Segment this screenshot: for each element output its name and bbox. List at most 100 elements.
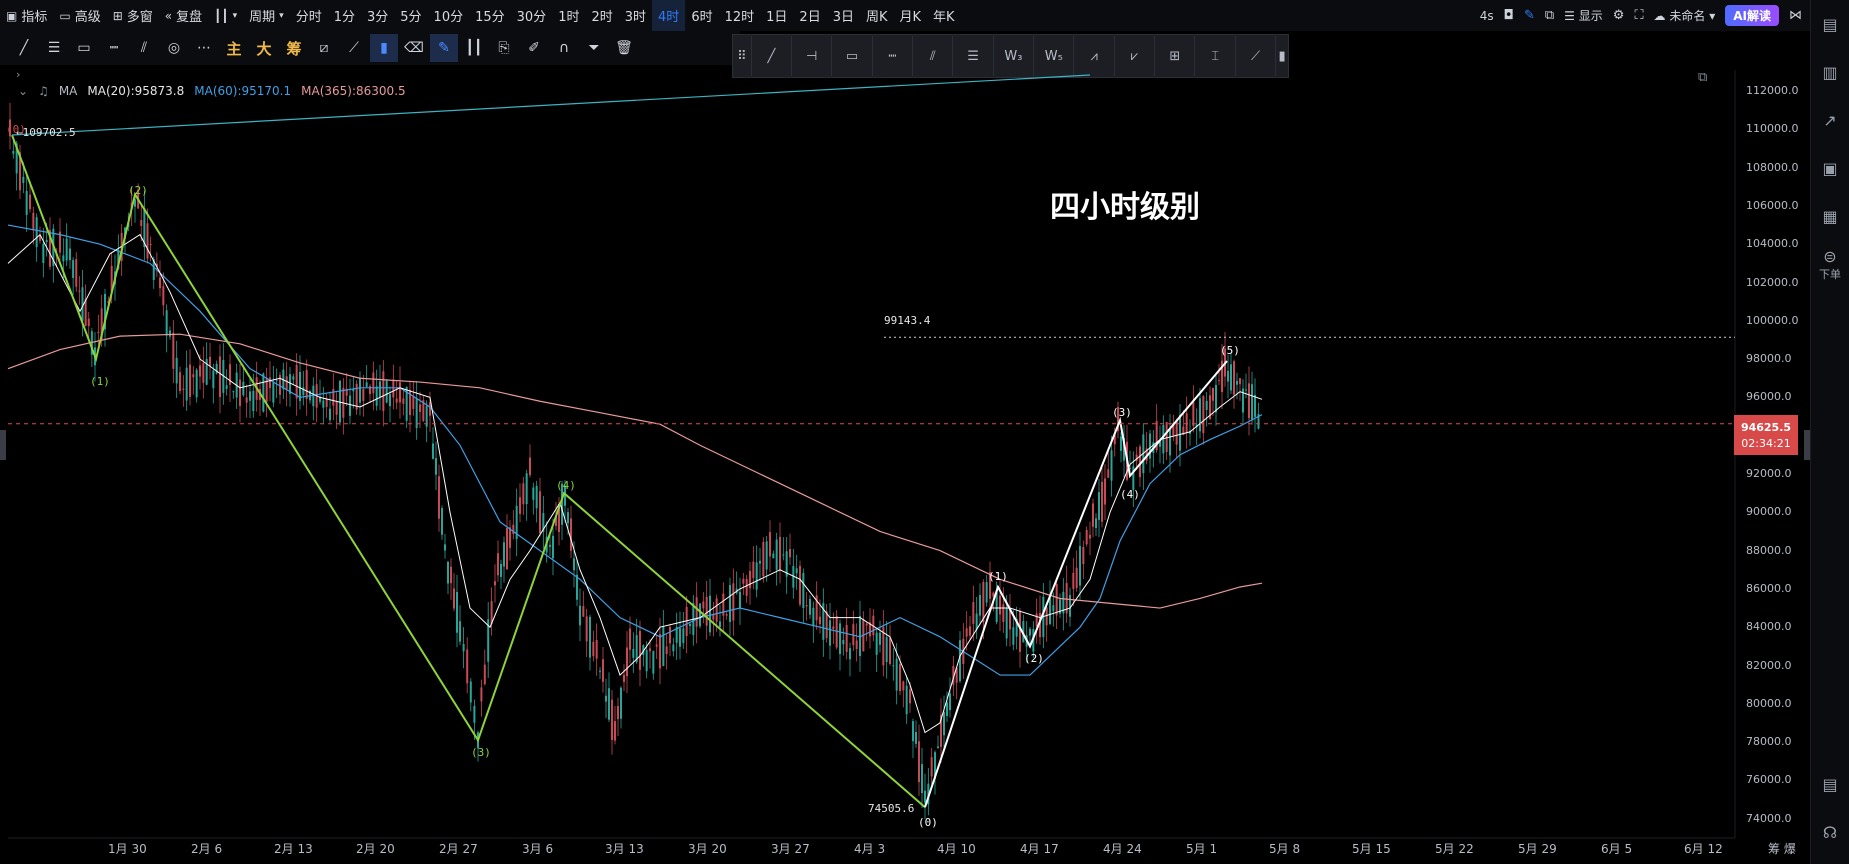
pen-icon[interactable]: ✎	[1524, 8, 1535, 23]
period-15[interactable]: 3日	[827, 0, 860, 31]
gear-icon[interactable]: ⚙	[1613, 8, 1625, 23]
pattern-icon[interactable]: ⩘	[1074, 36, 1115, 76]
period-6[interactable]: 30分	[511, 0, 553, 31]
period-0[interactable]: 分时	[290, 0, 328, 31]
period-4[interactable]: 10分	[428, 0, 470, 31]
date-tick: 4月 10	[937, 842, 976, 856]
main-force-button[interactable]: 主	[220, 34, 248, 62]
candle-body	[1029, 628, 1031, 636]
edit-note-icon[interactable]: ✐	[520, 34, 548, 62]
orderbook-icon[interactable]: ▥	[1811, 48, 1849, 96]
order-button[interactable]: ⊜ 下单	[1811, 240, 1849, 288]
display-button[interactable]: ☰ 显示	[1564, 7, 1603, 24]
period-13[interactable]: 1日	[760, 0, 793, 31]
price-chart[interactable]	[0, 0, 1849, 864]
camera-icon[interactable]: ◘	[1504, 8, 1514, 23]
trash-icon[interactable]: 🗑	[610, 34, 638, 62]
wave3-icon[interactable]: W₃	[994, 36, 1035, 76]
period-12[interactable]: 12时	[719, 0, 761, 31]
wallet-icon[interactable]: ▦	[1811, 192, 1849, 240]
candle-body	[1009, 610, 1011, 630]
candle-tool-icon[interactable]: ┃┃	[460, 34, 488, 62]
magnet-icon[interactable]: ∩	[550, 34, 578, 62]
layout-icon[interactable]: ▤	[1811, 760, 1849, 808]
fib-tool-icon[interactable]: ⧄	[310, 34, 338, 62]
collapse-icon[interactable]: ⌄	[18, 84, 28, 98]
period-16[interactable]: 周K	[860, 0, 894, 31]
measure-box-icon[interactable]: ⊞	[1155, 36, 1196, 76]
pencil-tool-icon[interactable]: ✎	[430, 34, 458, 62]
ray-icon[interactable]: ⟋	[1236, 36, 1277, 76]
save-layout-button[interactable]: ☁ 未命名 ▾	[1654, 7, 1716, 24]
chips-button[interactable]: 筹	[280, 34, 308, 62]
candle-body	[649, 648, 651, 652]
wave5-icon[interactable]: W₅	[1034, 36, 1075, 76]
brush-tool-icon[interactable]: ⟋	[340, 34, 368, 62]
candle-body	[205, 358, 208, 385]
chart-type-button[interactable]: ┃┃ ▾	[208, 0, 243, 31]
period-7[interactable]: 1时	[552, 0, 585, 31]
period-10[interactable]: 4时	[652, 0, 686, 31]
spiral-tool-icon[interactable]: ◎	[160, 34, 188, 62]
channel-icon[interactable]: ⫽	[913, 36, 954, 76]
parallel-tool-icon[interactable]: ⫽	[130, 34, 158, 62]
share-icon[interactable]: ⋈	[1789, 8, 1802, 23]
candle-body	[1098, 492, 1100, 520]
abcd-icon[interactable]: ⩗	[1115, 36, 1156, 76]
period-17[interactable]: 月K	[894, 0, 928, 31]
period-1[interactable]: 1分	[328, 0, 361, 31]
headset-icon[interactable]: ☊	[1811, 808, 1849, 856]
period-9[interactable]: 3时	[619, 0, 652, 31]
rectangle-icon[interactable]: ▭	[832, 36, 873, 76]
period-3[interactable]: 5分	[394, 0, 427, 31]
candle-body	[49, 230, 51, 267]
period-button[interactable]: 周期 ▾	[243, 0, 290, 31]
hlines-tool-icon[interactable]: ☰	[40, 34, 68, 62]
trend-icon[interactable]: ↗	[1811, 96, 1849, 144]
scroll-left-handle[interactable]	[0, 430, 6, 460]
expand-icon[interactable]: ›	[16, 68, 20, 81]
candle-body	[134, 199, 136, 207]
horizontal-line-icon[interactable]: ⊣	[792, 36, 833, 76]
period-5[interactable]: 15分	[469, 0, 511, 31]
line-tool-icon[interactable]: ╱	[10, 34, 38, 62]
clipboard-icon[interactable]: ⎘	[490, 34, 518, 62]
share-window-icon[interactable]: ⧉	[1545, 8, 1554, 23]
candle-body	[45, 239, 48, 243]
period-14[interactable]: 2日	[793, 0, 826, 31]
indicator-button[interactable]: ▣ 指标	[0, 0, 53, 31]
candle-body	[69, 248, 71, 261]
date-range-icon[interactable]: ⌶	[1195, 36, 1236, 76]
advanced-button[interactable]: ▭ 高级	[53, 0, 106, 31]
monitor-icon[interactable]: ▣	[1811, 144, 1849, 192]
candle-body	[755, 562, 758, 590]
candle-body	[1062, 591, 1065, 614]
corner-chips[interactable]: 筹 爆	[1768, 840, 1796, 857]
period-11[interactable]: 6时	[685, 0, 718, 31]
collapse-handle-icon[interactable]: ▮	[1276, 36, 1288, 76]
refresh-rate[interactable]: 4s	[1480, 9, 1494, 23]
ruler-tool-icon[interactable]: ┉	[100, 34, 128, 62]
multi-window-button[interactable]: ⊞ 多窗	[107, 0, 159, 31]
big-order-button[interactable]: 大	[250, 34, 278, 62]
ai-button[interactable]: AI解读	[1725, 5, 1779, 26]
fullscreen-icon[interactable]: ⛶	[1634, 8, 1643, 23]
bell-icon[interactable]: ♫	[38, 84, 49, 98]
eraser-tool-icon[interactable]: ⌫	[400, 34, 428, 62]
measure-icon[interactable]: ┉	[873, 36, 914, 76]
chart-settings-icon[interactable]: ⧉	[1698, 70, 1707, 85]
chevron-down-icon: ▾	[232, 10, 238, 21]
watchlist-icon[interactable]: ▤	[1811, 0, 1849, 48]
replay-button[interactable]: «复盘	[159, 0, 208, 31]
fib-retracement-icon[interactable]: ☰	[953, 36, 994, 76]
more-tools-icon[interactable]: ⋯	[190, 34, 218, 62]
scroll-right-handle[interactable]	[1804, 430, 1810, 460]
bookmark-tool-icon[interactable]: ▮	[370, 34, 398, 62]
rectangle-tool-icon[interactable]: ▭	[70, 34, 98, 62]
period-18[interactable]: 年K	[927, 0, 961, 31]
drag-handle-icon[interactable]: ⠿	[733, 36, 752, 76]
period-8[interactable]: 2时	[585, 0, 618, 31]
trend-line-icon[interactable]: ╱	[752, 36, 793, 76]
filter-icon[interactable]: ⏷	[580, 34, 608, 62]
period-2[interactable]: 3分	[361, 0, 394, 31]
